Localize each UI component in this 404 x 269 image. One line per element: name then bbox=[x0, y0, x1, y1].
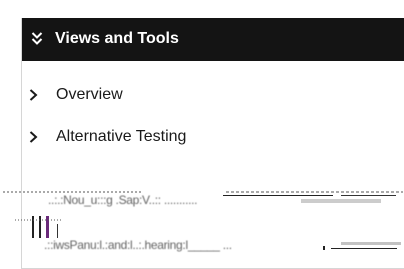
garbled-row-1: ..:.:Nou_u:::g .Sap:V..:: ........... bbox=[1, 173, 404, 213]
panel-title: Views and Tools bbox=[55, 30, 179, 47]
chevron-right-icon bbox=[29, 89, 38, 101]
panel-header[interactable]: Views and Tools bbox=[22, 18, 404, 61]
chevron-right-icon bbox=[29, 131, 38, 143]
double-chevron-down-icon bbox=[31, 32, 43, 45]
garbled-row-2: .::iwsPanu:l.:and:l..:.hearing:l_____ ..… bbox=[1, 216, 404, 256]
garbled-text: ..:.:Nou_u:::g .Sap:V..:: ........... bbox=[48, 193, 198, 207]
nav-item-label: Alternative Testing bbox=[56, 128, 187, 145]
nav-item-label: Overview bbox=[56, 86, 123, 103]
nav-item-alternative-testing[interactable]: Alternative Testing bbox=[22, 121, 404, 151]
nav-item-overview[interactable]: Overview bbox=[22, 79, 404, 109]
garbled-text: .::iwsPanu:l.:and:l..:.hearing:l_____ ..… bbox=[44, 238, 232, 252]
views-and-tools-panel: Views and Tools Overview Alternative Tes… bbox=[3, 18, 404, 269]
